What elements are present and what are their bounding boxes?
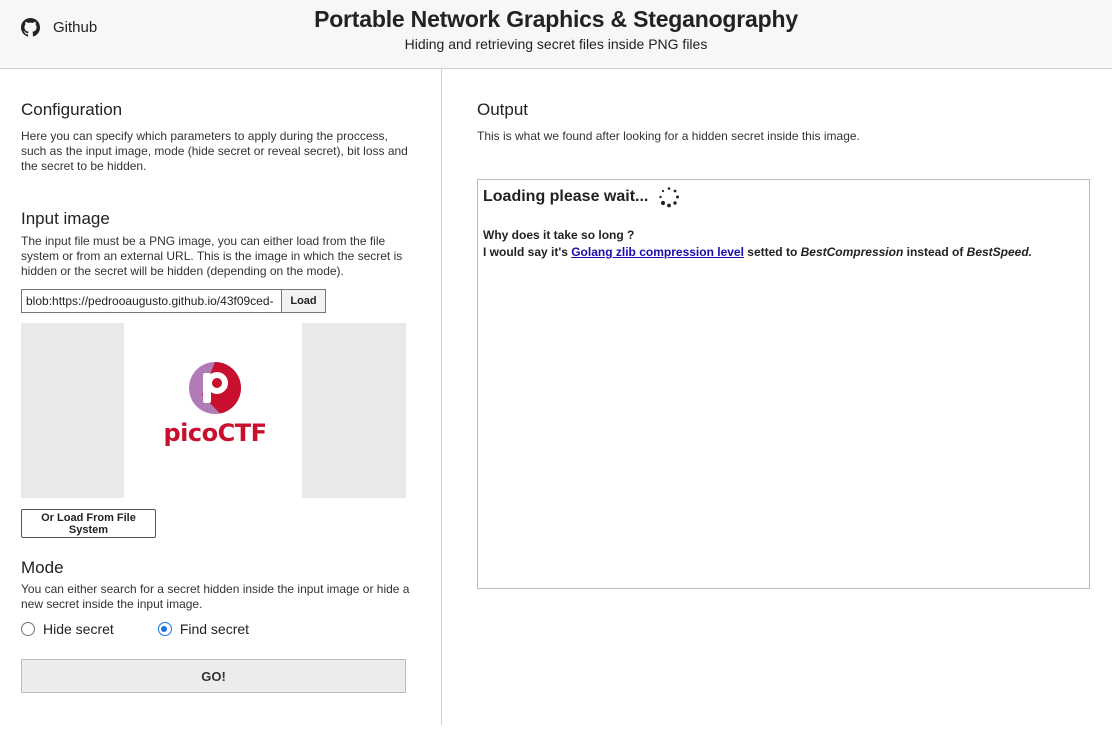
picoctf-wordmark: picoCTF xyxy=(163,419,268,447)
preview-image: picoCTF xyxy=(124,323,302,498)
input-image-description: The input file must be a PNG image, you … xyxy=(21,234,403,278)
find-secret-label: Find secret xyxy=(179,621,250,637)
panel-divider xyxy=(441,69,442,725)
load-button[interactable]: Load xyxy=(281,289,326,313)
page-title: Portable Network Graphics & Steganograph… xyxy=(314,6,798,32)
image-preview: picoCTF xyxy=(21,323,406,498)
answer-best-compression: BestCompression xyxy=(800,245,904,259)
hide-secret-radio[interactable] xyxy=(21,622,35,636)
hide-secret-label: Hide secret xyxy=(43,621,114,637)
answer-mid: setted to xyxy=(743,245,801,259)
answer-prefix: I would say it's xyxy=(483,245,572,259)
configuration-description: Here you can specify which parameters to… xyxy=(21,129,408,173)
output-title: Output xyxy=(477,100,529,119)
answer-best-speed: BestSpeed. xyxy=(966,245,1033,259)
answer-mid2: instead of xyxy=(903,245,967,259)
output-description: This is what we found after looking for … xyxy=(477,129,860,143)
input-image-title: Input image xyxy=(21,209,110,228)
image-url-input[interactable] xyxy=(21,289,281,313)
app-header: Github Portable Network Graphics & Stega… xyxy=(0,0,1112,69)
mode-description: You can either search for a secret hidde… xyxy=(21,582,410,611)
spinner-icon xyxy=(658,186,680,208)
loading-indicator: Loading please wait... xyxy=(483,186,680,208)
why-question: Why does it take so long ? xyxy=(483,228,635,242)
answer-text: I would say it's Golang zlib compression… xyxy=(483,245,1032,259)
url-load-row: Load xyxy=(21,289,326,313)
find-secret-option[interactable]: Find secret xyxy=(157,621,250,637)
page-subtitle: Hiding and retrieving secret files insid… xyxy=(404,36,708,52)
mode-radio-group: Hide secret Find secret xyxy=(21,621,249,637)
picoctf-logo: picoCTF xyxy=(162,361,268,453)
picoctf-mark-icon xyxy=(189,362,241,414)
load-from-file-system-button[interactable]: Or Load From File System xyxy=(21,509,156,538)
hide-secret-option[interactable]: Hide secret xyxy=(21,621,114,637)
configuration-title: Configuration xyxy=(21,100,123,119)
output-box: Loading please wait... Why does it take … xyxy=(477,179,1090,589)
go-button[interactable]: GO! xyxy=(21,659,406,693)
find-secret-radio[interactable] xyxy=(157,622,172,636)
zlib-compression-link[interactable]: Golang zlib compression level xyxy=(571,245,744,259)
loading-text: Loading please wait... xyxy=(483,188,649,205)
mode-title: Mode xyxy=(21,558,64,577)
